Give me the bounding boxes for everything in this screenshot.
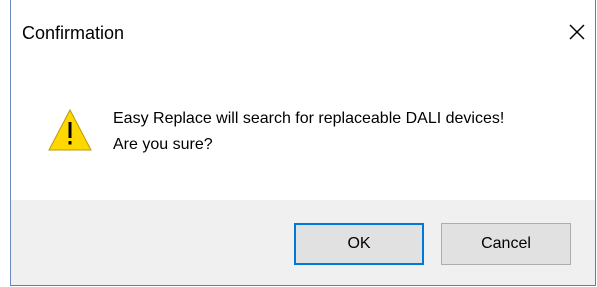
dialog-message: Easy Replace will search for replaceable… xyxy=(113,106,504,158)
title-bar: Confirmation xyxy=(11,0,595,70)
dialog-title: Confirmation xyxy=(22,23,125,43)
button-bar: OK Cancel xyxy=(11,200,595,285)
cancel-button[interactable]: Cancel xyxy=(441,223,571,265)
ok-button[interactable]: OK xyxy=(294,223,424,265)
close-button[interactable] xyxy=(559,14,595,50)
warning-icon xyxy=(48,108,92,151)
confirmation-dialog: Confirmation Easy Replace will search fo… xyxy=(10,0,596,286)
message-line-2: Are you sure? xyxy=(113,136,213,153)
dialog-content: Easy Replace will search for replaceable… xyxy=(11,70,595,200)
close-icon xyxy=(569,24,585,40)
message-line-1: Easy Replace will search for replaceable… xyxy=(113,110,505,127)
